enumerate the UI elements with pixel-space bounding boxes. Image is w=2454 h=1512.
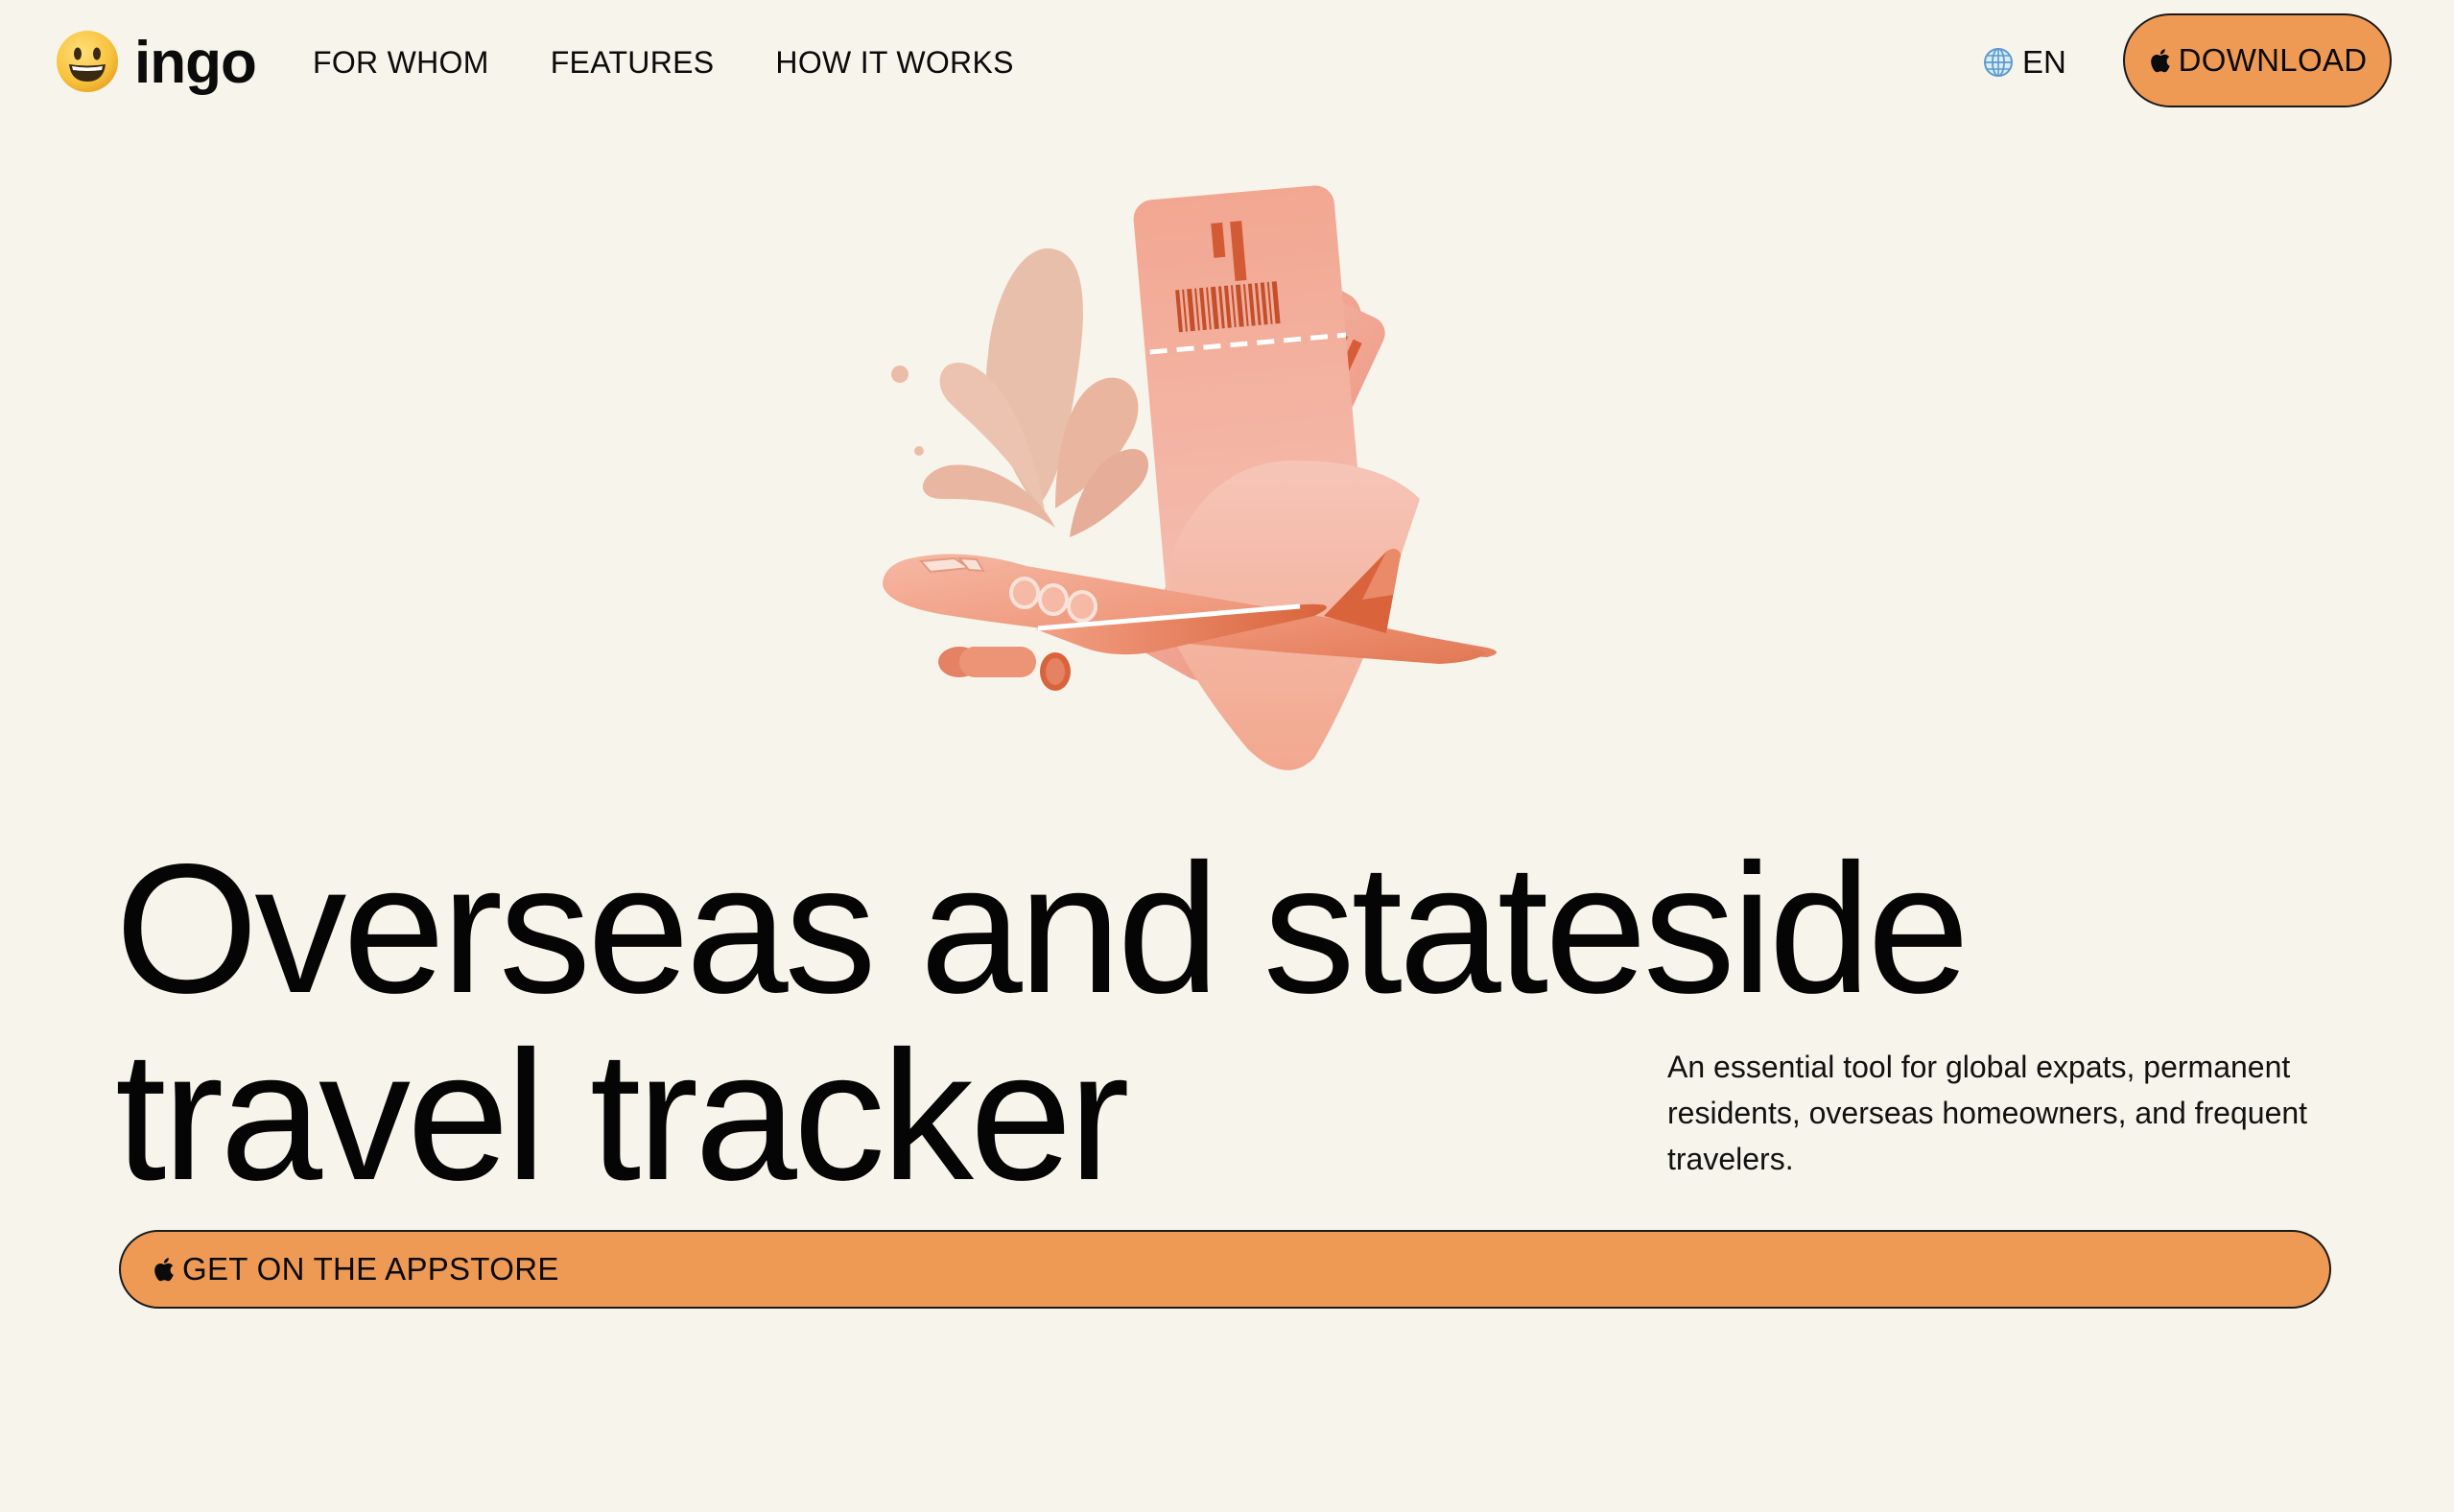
download-label: DOWNLOAD [2178, 42, 2368, 78]
globe-icon [1984, 48, 2013, 77]
language-selector[interactable]: EN [1982, 38, 2066, 86]
get-on-appstore-button[interactable]: GET ON THE APPSTORE [119, 1230, 2331, 1309]
language-label: EN [2022, 44, 2066, 80]
apple-icon [2150, 49, 2170, 73]
hero-headline-line-2: travel tracker [115, 1012, 1130, 1218]
hero-headline-line-1: Overseas and stateside [115, 825, 1970, 1031]
apple-icon [154, 1258, 174, 1282]
nav-item-for-whom[interactable]: FOR WHOM [313, 45, 489, 81]
brand-name: ingo [134, 30, 257, 96]
logo-link[interactable]: ingo [56, 27, 257, 96]
nav-item-features[interactable]: FEATURES [551, 45, 715, 81]
hero-headline: Overseas and stateside travel tracker [115, 825, 1970, 1218]
nav-item-how-it-works[interactable]: HOW IT WORKS [775, 45, 1013, 81]
appstore-button-label: GET ON THE APPSTORE [182, 1251, 559, 1287]
smiley-logo-icon [57, 31, 118, 92]
site-header: ingo FOR WHOM FEATURES HOW IT WORKS EN D… [0, 0, 2454, 125]
main-nav: FOR WHOM FEATURES HOW IT WORKS [313, 38, 1014, 86]
plane-and-tickets-illustration [883, 185, 1497, 770]
hero-subtitle: An essential tool for global expats, per… [1667, 1050, 2308, 1176]
leaves-decoration [891, 248, 1148, 537]
download-button[interactable]: DOWNLOAD [2123, 13, 2392, 107]
